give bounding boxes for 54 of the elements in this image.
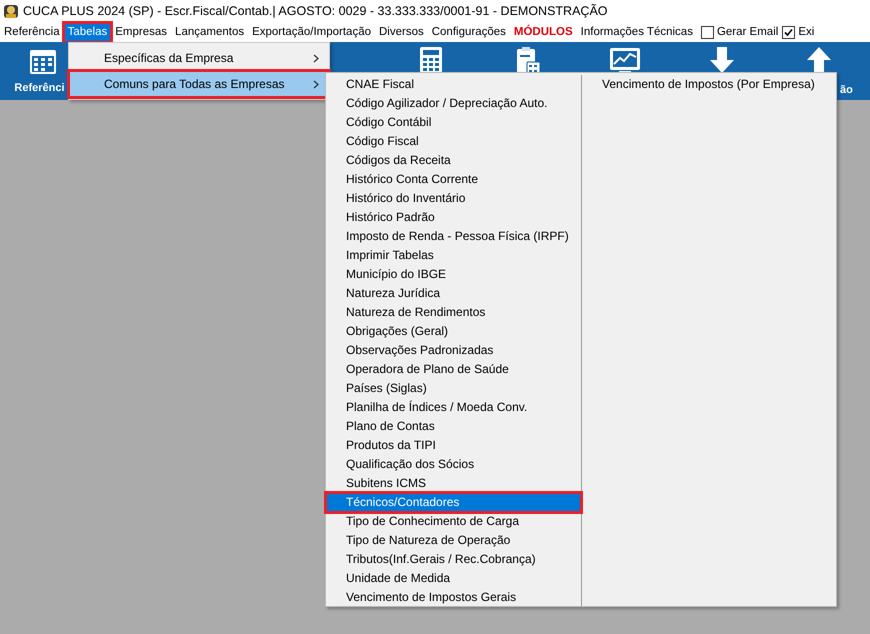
menu-item[interactable]: Técnicos/Contadores <box>326 493 581 512</box>
menu-item[interactable]: Código Fiscal <box>326 132 581 151</box>
menu-item[interactable]: Exportação/Importação <box>248 22 375 42</box>
menu-item[interactable]: Referência <box>0 22 64 42</box>
checkbox[interactable] <box>782 26 796 38</box>
app-logo-icon <box>3 3 19 19</box>
chevron-icon <box>313 54 319 63</box>
menu-item[interactable]: Tipo de Natureza de Operação <box>326 531 581 550</box>
menu-item[interactable]: Plano de Contas <box>326 417 581 436</box>
toolbar-label: ão <box>840 84 853 96</box>
chart-icon[interactable] <box>608 46 640 74</box>
menu-item[interactable]: Subitens ICMS <box>326 474 581 493</box>
up-arrow-icon[interactable] <box>806 46 832 74</box>
menu-item[interactable]: Lançamentos <box>171 22 248 42</box>
menu-item[interactable]: Vencimento de Impostos Gerais <box>326 588 581 607</box>
menu-item[interactable]: Países (Siglas) <box>326 379 581 398</box>
down-arrow-icon[interactable] <box>708 46 734 74</box>
menu-item[interactable]: Planilha de Índices / Moeda Conv. <box>326 398 581 417</box>
checkbox-label: Exi <box>798 26 814 38</box>
menu-item[interactable]: Tributos(Inf.Gerais / Rec.Cobrança) <box>326 550 581 569</box>
menu-item[interactable]: Específicas da Empresa <box>69 45 329 71</box>
window-title: CUCA PLUS 2024 (SP) - Escr.Fiscal/Contab.| AGOSTO: 0029 - 33.333.333/0001-91 - DEMONSTRAÇÃO <box>23 4 608 18</box>
menu-item[interactable]: Histórico do Inventário <box>326 189 581 208</box>
menu-item[interactable]: Imposto de Renda - Pessoa Física (IRPF) <box>326 227 581 246</box>
menu-item[interactable]: Operadora de Plano de Saúde <box>326 360 581 379</box>
menu-item[interactable]: Código Contábil <box>326 113 581 132</box>
menu-item[interactable]: Obrigações (Geral) <box>326 322 581 341</box>
checkbox[interactable] <box>700 26 714 38</box>
menu-item[interactable]: Natureza de Rendimentos <box>326 303 581 322</box>
menu-item[interactable]: Códigos da Receita <box>326 151 581 170</box>
menu-item[interactable]: Município do IBGE <box>326 265 581 284</box>
chevron-icon <box>313 80 319 89</box>
menu-item[interactable]: Comuns para Todas as Empresas <box>69 71 329 97</box>
menu-item[interactable]: Qualificação dos Sócios <box>326 455 581 474</box>
menu-item[interactable]: Informações Técnicas <box>576 22 697 42</box>
menu-item[interactable]: Código Agilizador / Depreciação Auto. <box>326 94 581 113</box>
menu-item[interactable]: Unidade de Medida <box>326 569 581 588</box>
menu-item[interactable]: CNAE Fiscal <box>326 75 581 94</box>
menu-item[interactable]: Configurações <box>428 22 510 42</box>
menu-item[interactable]: Histórico Padrão <box>326 208 581 227</box>
checkbox-label: Gerar Email <box>716 26 778 38</box>
menu-item[interactable]: MÓDULOS <box>510 22 577 42</box>
menu-item[interactable]: Imprimir Tabelas <box>326 246 581 265</box>
calculator-icon[interactable] <box>418 46 444 74</box>
menu-item[interactable]: Histórico Conta Corrente <box>326 170 581 189</box>
menu-item[interactable]: Tabelas <box>64 22 112 42</box>
menu-item[interactable]: Diversos <box>375 22 428 42</box>
menu-item[interactable]: Natureza Jurídica <box>326 284 581 303</box>
menu-item[interactable]: Tipo de Conhecimento de Carga <box>326 512 581 531</box>
menu-item[interactable]: Observações Padronizadas <box>326 341 581 360</box>
menu-item[interactable]: Produtos da TIPI <box>326 436 581 455</box>
menu-item[interactable]: Empresas <box>111 22 172 42</box>
toolbar-label: Referênci <box>14 82 65 94</box>
menu-item[interactable]: Vencimento de Impostos (Por Empresa) <box>582 75 836 94</box>
